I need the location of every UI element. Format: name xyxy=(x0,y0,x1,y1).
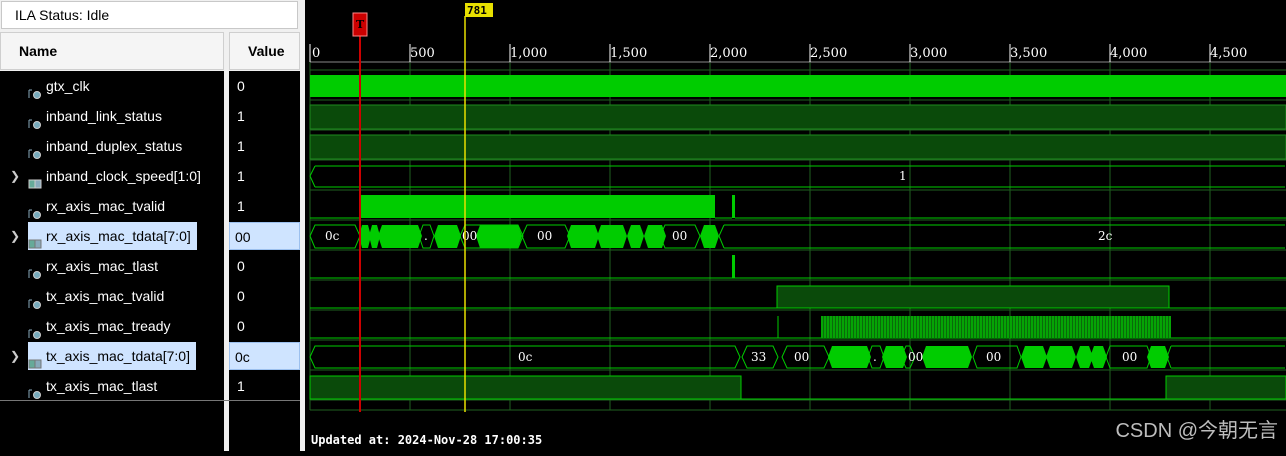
signal-row-gtx-clk[interactable]: gtx_clk xyxy=(0,71,224,101)
signal-panel: ILA Status: Idle Name Value gtx_clk 0 in… xyxy=(0,0,305,451)
duplex-status-waveform xyxy=(309,134,1286,160)
signal-icon xyxy=(28,290,42,309)
ruler-label: 2,500 xyxy=(810,46,847,61)
bus-value: . xyxy=(873,350,877,364)
signal-row-inband-duplex-status[interactable]: inband_duplex_status xyxy=(0,131,224,161)
signal-icon xyxy=(28,200,42,219)
signal-name: rx_axis_mac_tdata[7:0] xyxy=(28,222,197,250)
ruler-label: 3,500 xyxy=(1010,46,1047,61)
clock-speed-bus xyxy=(309,165,1285,188)
signal-name: tx_axis_mac_tdata[7:0] xyxy=(28,342,196,370)
signal-row-tx-axis-mac-tlast[interactable]: tx_axis_mac_tlast xyxy=(0,371,224,401)
signal-value: 1 xyxy=(237,378,245,394)
signal-value: 1 xyxy=(237,168,245,184)
ruler-label: 1,000 xyxy=(510,46,547,61)
value-column-header[interactable]: Value xyxy=(229,32,300,70)
gtx-clk-waveform xyxy=(310,75,1286,97)
signal-row-inband-link-status[interactable]: inband_link_status xyxy=(0,101,224,131)
signal-value: 1 xyxy=(237,108,245,124)
chevron-right-icon[interactable]: ❯ xyxy=(10,341,20,371)
bus-value: 0c xyxy=(325,229,340,243)
signal-value: 00 xyxy=(229,222,300,250)
signal-value: 0 xyxy=(237,78,245,94)
bus-value: 00 xyxy=(794,350,809,364)
chevron-right-icon[interactable]: ❯ xyxy=(10,221,20,251)
bus-value: 2c xyxy=(1098,229,1113,243)
signal-value: 1 xyxy=(237,138,245,154)
ila-status: ILA Status: Idle xyxy=(1,1,298,29)
trigger-label: T xyxy=(356,18,365,31)
signal-icon xyxy=(28,140,42,159)
ruler-label: 2,000 xyxy=(710,46,747,61)
divider xyxy=(0,400,300,401)
ruler-label: 3,000 xyxy=(910,46,947,61)
signal-name: tx_axis_mac_tready xyxy=(46,318,171,334)
cursor-label: 781 xyxy=(467,4,487,17)
ruler-label: 0 xyxy=(312,46,320,61)
bus-icon xyxy=(28,230,42,249)
updated-timestamp: Updated at: 2024-Nov-28 17:00:35 xyxy=(311,433,543,447)
watermark: CSDN @今朝无言 xyxy=(1115,420,1278,442)
signal-icon xyxy=(28,80,42,99)
signal-name: tx_axis_mac_tvalid xyxy=(46,288,165,304)
rx-tlast-pulse xyxy=(732,255,735,278)
bus-icon xyxy=(28,170,42,189)
bus-value: 0c xyxy=(518,350,533,364)
bus-value: . xyxy=(424,229,428,243)
signal-name: inband_duplex_status xyxy=(46,138,183,154)
bus-value: 00 xyxy=(672,229,687,243)
signal-value: 0 xyxy=(237,318,245,334)
ruler-label: 4,000 xyxy=(1110,46,1147,61)
bus-value: 00 xyxy=(1122,350,1137,364)
signal-name: tx_axis_mac_tlast xyxy=(46,378,158,394)
tx-tlast-waveform xyxy=(309,375,742,400)
signal-icon xyxy=(28,320,42,339)
rx-tvalid-pulse xyxy=(360,195,715,218)
bus-value: 00 xyxy=(908,350,923,364)
signal-name: inband_link_status xyxy=(46,108,162,124)
bus-value: 00 xyxy=(537,229,552,243)
ruler-label: 4,500 xyxy=(1210,46,1247,61)
signal-icon xyxy=(28,110,42,129)
bus-icon xyxy=(28,350,42,369)
signal-row-rx-axis-mac-tvalid[interactable]: rx_axis_mac_tvalid xyxy=(0,191,224,221)
bus-value: 1 xyxy=(899,169,907,183)
link-status-waveform xyxy=(309,104,1286,130)
waveform-canvas[interactable]: 0 500 1,000 1,500 2,000 2,500 3,000 3,50… xyxy=(305,0,1286,451)
signal-name: rx_axis_mac_tlast xyxy=(46,258,159,274)
bus-value: 33 xyxy=(751,350,766,364)
signal-row-tx-axis-mac-tvalid[interactable]: tx_axis_mac_tvalid xyxy=(0,281,224,311)
signal-value: 0c xyxy=(229,342,300,370)
ruler-label: 1,500 xyxy=(610,46,647,61)
signal-name: inband_clock_speed[1:0] xyxy=(46,168,201,184)
waveform-view[interactable]: 0 500 1,000 1,500 2,000 2,500 3,000 3,50… xyxy=(305,0,1286,451)
tx-tvalid-waveform xyxy=(776,285,1170,309)
signal-value: 0 xyxy=(237,258,245,274)
signal-row-rx-axis-mac-tdata[interactable]: ❯ rx_axis_mac_tdata[7:0] xyxy=(0,221,224,251)
signal-row-tx-axis-mac-tready[interactable]: tx_axis_mac_tready xyxy=(0,311,224,341)
signal-row-rx-axis-mac-tlast[interactable]: rx_axis_mac_tlast xyxy=(0,251,224,281)
signal-value: 1 xyxy=(237,198,245,214)
signal-name: rx_axis_mac_tvalid xyxy=(46,198,166,214)
chevron-right-icon[interactable]: ❯ xyxy=(10,161,20,191)
signal-value: 0 xyxy=(237,288,245,304)
bus-value: 00 xyxy=(986,350,1001,364)
signal-row-inband-clock-speed[interactable]: ❯ inband_clock_speed[1:0] xyxy=(0,161,224,191)
signal-row-tx-axis-mac-tdata[interactable]: ❯ tx_axis_mac_tdata[7:0] xyxy=(0,341,224,371)
signal-name: gtx_clk xyxy=(46,78,90,94)
signal-icon xyxy=(28,380,42,399)
signal-icon xyxy=(28,260,42,279)
name-column-header[interactable]: Name xyxy=(0,32,224,70)
ruler-label: 500 xyxy=(410,46,435,61)
